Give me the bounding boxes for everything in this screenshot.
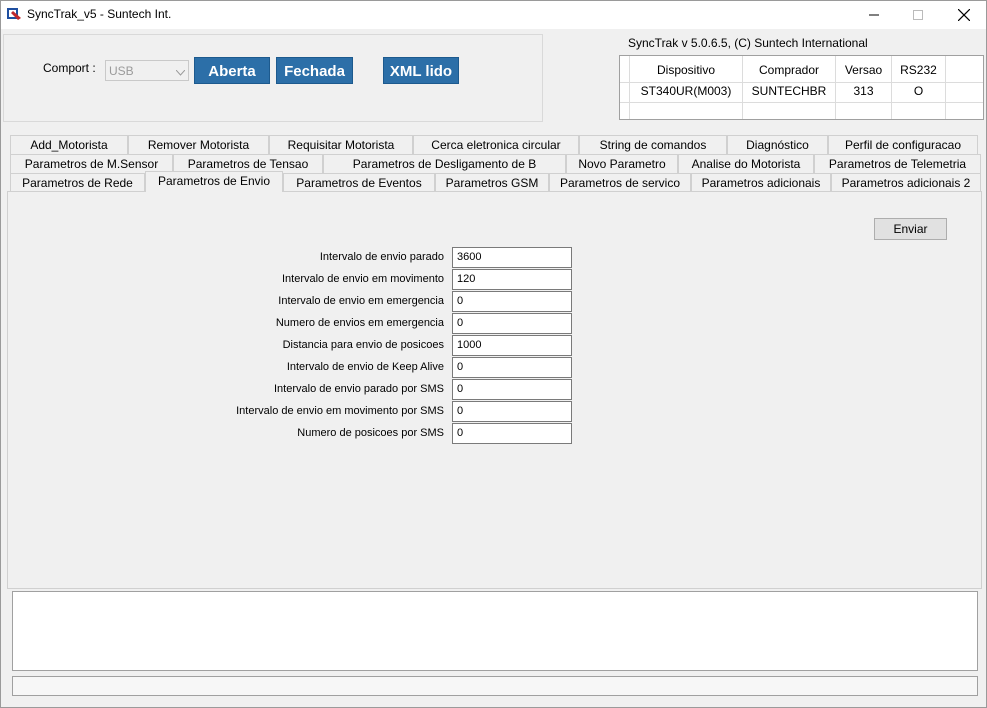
table-header: Dispositivo [656,63,716,77]
xml-read-button[interactable]: XML lido [383,57,459,84]
tab-eventos[interactable]: Parametros de Eventos [283,173,435,192]
status-bar [12,676,978,696]
sms-moving-input[interactable]: 0 [452,401,572,422]
field-label: Numero de envios em emergencia [275,317,444,329]
device-info-table: Dispositivo Comprador Versao RS232 ST340… [619,55,984,120]
table-header: RS232 [900,63,937,77]
app-logo-icon [6,6,22,22]
maximize-icon [913,10,923,20]
tab-string-comandos[interactable]: String de comandos [579,135,727,154]
sms-positions-input[interactable]: 0 [452,423,572,444]
main-window: SyncTrak_v5 - Suntech Int. Comport : USB… [0,0,987,708]
emergency-count-input[interactable]: 0 [452,313,572,334]
field-label: Intervalo de envio parado [319,251,444,263]
comport-select[interactable]: USB [105,60,189,81]
tab-desligamento[interactable]: Parametros de Desligamento de B [323,154,566,173]
tab-servico[interactable]: Parametros de servico [549,173,691,192]
tab-gsm[interactable]: Parametros GSM [435,173,549,192]
tab-telemetria[interactable]: Parametros de Telemetria [814,154,981,173]
maximize-button[interactable] [895,1,941,29]
table-header: Comprador [758,63,820,77]
open-port-button[interactable]: Aberta [194,57,270,84]
close-icon [958,9,970,21]
window-title: SyncTrak_v5 - Suntech Int. [27,7,172,21]
table-cell: O [913,84,924,98]
close-port-button[interactable]: Fechada [276,57,353,84]
tab-adicionais-2[interactable]: Parametros adicionais 2 [831,173,981,192]
field-label: Numero de posicoes por SMS [297,427,444,439]
field-label: Intervalo de envio em movimento por SMS [236,405,444,417]
comport-label: Comport : [43,61,96,75]
tab-adicionais[interactable]: Parametros adicionais [691,173,831,192]
comport-value: USB [109,64,134,78]
connection-group [3,34,543,122]
close-button[interactable] [941,1,987,29]
tab-perfil-configuracao[interactable]: Perfil de configuracao [828,135,978,154]
log-textarea[interactable] [12,591,978,671]
tab-add-motorista[interactable]: Add_Motorista [10,135,128,154]
tab-envio[interactable]: Parametros de Envio [145,171,283,192]
sms-stopped-input[interactable]: 0 [452,379,572,400]
title-bar: SyncTrak_v5 - Suntech Int. [1,1,986,29]
field-label: Distancia para envio de posicoes [282,339,444,351]
table-header: Versao [844,63,883,77]
table-cell: ST340UR(M003) [640,84,732,98]
tab-diagnostico[interactable]: Diagnóstico [727,135,828,154]
tab-cerca-eletronica[interactable]: Cerca eletronica circular [413,135,579,154]
table-cell: 313 [853,84,874,98]
tab-analise-motorista[interactable]: Analise do Motorista [678,154,814,173]
field-label: Intervalo de envio de Keep Alive [286,361,444,373]
tab-remover-motorista[interactable]: Remover Motorista [128,135,269,154]
interval-moving-input[interactable]: 120 [452,269,572,290]
field-label: Intervalo de envio parado por SMS [274,383,444,395]
tab-rede[interactable]: Parametros de Rede [10,173,145,192]
field-label: Intervalo de envio em emergencia [278,295,444,307]
field-label: Intervalo de envio em movimento [281,273,444,285]
tab-requisitar-motorista[interactable]: Requisitar Motorista [269,135,413,154]
interval-stopped-input[interactable]: 3600 [452,247,572,268]
table-cell: SUNTECHBR [751,84,827,98]
minimize-button[interactable] [851,1,897,29]
chevron-down-icon [175,65,186,79]
send-button[interactable]: Enviar [874,218,947,240]
minimize-icon [869,14,879,16]
interval-emergency-input[interactable]: 0 [452,291,572,312]
keep-alive-input[interactable]: 0 [452,357,572,378]
distance-input[interactable]: 1000 [452,335,572,356]
tab-novo-parametro[interactable]: Novo Parametro [566,154,678,173]
version-label: SyncTrak v 5.0.6.5, (C) Suntech Internat… [628,36,868,50]
